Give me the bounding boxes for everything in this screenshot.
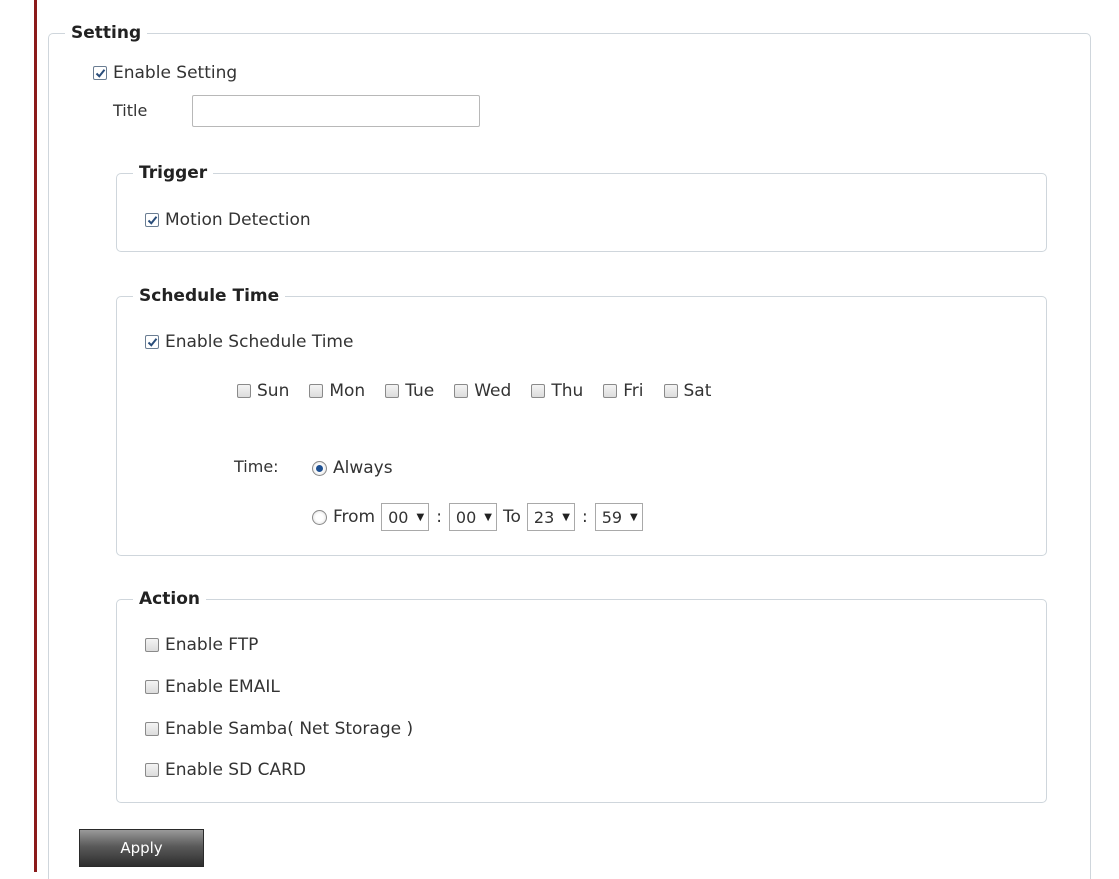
from-label: From xyxy=(333,507,376,527)
day-tue[interactable]: Tue xyxy=(385,381,434,401)
chevron-down-icon: ▼ xyxy=(484,511,492,523)
day-tue-checkbox[interactable] xyxy=(385,384,400,398)
from-minute-select[interactable]: 00 ▼ xyxy=(448,503,497,531)
motion-detection-row: Motion Detection xyxy=(145,209,311,231)
enable-ftp-label: Enable FTP xyxy=(165,635,259,655)
always-row: Always xyxy=(312,457,393,479)
day-thu-label: Thu xyxy=(551,381,584,401)
enable-setting-row: Enable Setting xyxy=(93,62,237,84)
from-colon: : xyxy=(436,507,442,527)
enable-ftp-checkbox[interactable] xyxy=(145,638,159,652)
chevron-down-icon: ▼ xyxy=(416,511,425,523)
day-thu[interactable]: Thu xyxy=(531,381,583,401)
day-fri-checkbox[interactable] xyxy=(603,384,618,398)
enable-setting-label: Enable Setting xyxy=(113,63,238,83)
day-fri[interactable]: Fri xyxy=(603,381,644,401)
enable-sd-card-checkbox[interactable] xyxy=(145,763,159,777)
to-colon: : xyxy=(581,507,588,527)
weekday-row: Sun Mon Tue Wed Thu Fri Sat xyxy=(237,380,731,402)
trigger-legend: Trigger xyxy=(133,161,214,185)
day-sat-checkbox[interactable] xyxy=(663,384,678,398)
enable-schedule-label: Enable Schedule Time xyxy=(165,332,354,352)
enable-samba-label: Enable Samba( Net Storage ) xyxy=(165,719,414,739)
title-input[interactable] xyxy=(192,95,480,127)
motion-detection-checkbox[interactable] xyxy=(145,213,159,227)
day-tue-label: Tue xyxy=(405,381,435,401)
chevron-down-icon: ▼ xyxy=(630,511,638,523)
enable-email-checkbox[interactable] xyxy=(145,680,159,694)
time-label: Time: xyxy=(234,457,279,476)
day-mon-label: Mon xyxy=(329,381,366,401)
to-minute-select[interactable]: 59 ▼ xyxy=(594,503,643,531)
apply-button[interactable]: Apply xyxy=(79,829,204,867)
day-mon-checkbox[interactable] xyxy=(309,384,324,398)
motion-detection-label: Motion Detection xyxy=(165,210,311,230)
enable-samba-checkbox[interactable] xyxy=(145,722,159,736)
title-label: Title xyxy=(113,101,148,120)
enable-ftp-row: Enable FTP xyxy=(145,634,258,656)
to-hour-value: 23 xyxy=(533,507,555,527)
from-hour-select[interactable]: 00 ▼ xyxy=(381,503,430,531)
enable-sd-card-row: Enable SD CARD xyxy=(145,759,306,781)
day-sun[interactable]: Sun xyxy=(237,381,289,401)
enable-email-row: Enable EMAIL xyxy=(145,676,280,698)
day-fri-label: Fri xyxy=(623,381,644,401)
day-sat[interactable]: Sat xyxy=(663,381,712,401)
action-legend: Action xyxy=(133,587,206,611)
from-minute-value: 00 xyxy=(455,507,477,527)
day-thu-checkbox[interactable] xyxy=(531,384,546,398)
enable-samba-row: Enable Samba( Net Storage ) xyxy=(145,718,413,740)
enable-schedule-checkbox[interactable] xyxy=(145,335,159,349)
day-sun-checkbox[interactable] xyxy=(237,384,251,398)
always-label: Always xyxy=(333,458,393,478)
to-label: To xyxy=(502,507,521,527)
left-accent-rule xyxy=(34,0,37,872)
setting-legend: Setting xyxy=(65,21,148,45)
from-radio[interactable] xyxy=(312,509,327,525)
enable-email-label: Enable EMAIL xyxy=(165,677,280,697)
enable-sd-card-label: Enable SD CARD xyxy=(165,760,306,780)
from-to-row: From 00 ▼ : 00 ▼ To 23 ▼ : 59 ▼ xyxy=(312,503,643,531)
to-hour-select[interactable]: 23 ▼ xyxy=(526,503,575,531)
day-sun-label: Sun xyxy=(257,381,290,401)
to-minute-value: 59 xyxy=(601,507,623,527)
chevron-down-icon: ▼ xyxy=(562,511,570,523)
day-sat-label: Sat xyxy=(683,381,712,401)
from-hour-value: 00 xyxy=(388,507,409,527)
radio-selected-dot xyxy=(316,464,323,472)
enable-schedule-row: Enable Schedule Time xyxy=(145,331,353,353)
day-wed[interactable]: Wed xyxy=(454,381,511,401)
enable-setting-checkbox[interactable] xyxy=(93,66,107,80)
schedule-time-legend: Schedule Time xyxy=(133,284,286,308)
always-radio[interactable] xyxy=(312,460,327,476)
day-wed-checkbox[interactable] xyxy=(454,384,469,398)
day-wed-label: Wed xyxy=(474,381,512,401)
day-mon[interactable]: Mon xyxy=(309,381,365,401)
